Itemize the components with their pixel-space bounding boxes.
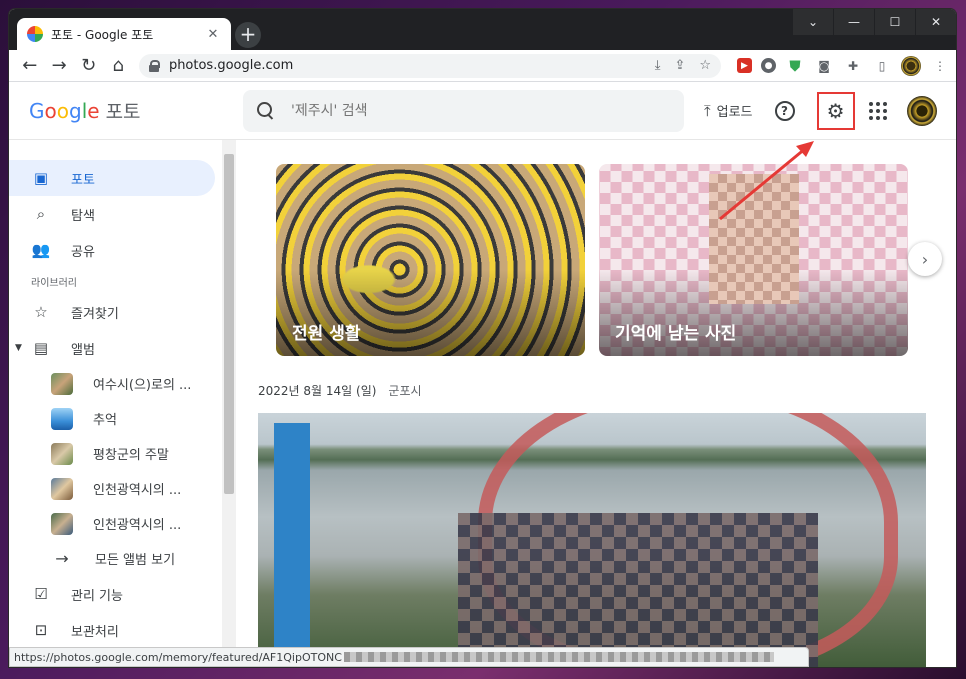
memory-title: 전원 생활 [292, 324, 361, 344]
extensions-area: ▶ ● ⛊ ◙ ✚ ▯ ⋮ [737, 55, 950, 76]
memory-title: 기억에 남는 사진 [615, 324, 737, 344]
album-item[interactable]: 추억 [9, 401, 222, 436]
video-extension-icon[interactable]: ▶ [737, 58, 753, 73]
photo-thumbnail[interactable] [258, 413, 926, 667]
album-icon: ▤ [33, 339, 49, 357]
arrow-right-icon: → [55, 549, 69, 568]
tab-close-icon[interactable]: ✕ [205, 27, 221, 42]
album-item[interactable]: 인천광역시의 ... [9, 506, 222, 541]
reload-icon[interactable]: ↻ [74, 52, 103, 80]
settings-highlight-box: ⚙ [816, 91, 855, 130]
photos-content: ▣ 포토 ⌕ 탐색 👥 공유 라이브러리 ☆ 즐겨찾기 ▼ ▤ 앨범 여수시(으… [9, 140, 956, 667]
browser-toolbar: ← → ↻ ⌂ photos.google.com ⤓ ⇪ ☆ ▶ ● ⛊ ◙ … [9, 50, 956, 82]
caret-down-icon[interactable]: ▼ [15, 343, 22, 353]
date-label: 2022년 8월 14일 (일) [258, 384, 377, 398]
window-controls: ⌄ — ☐ ✕ [792, 9, 956, 35]
address-bar[interactable]: photos.google.com ⤓ ⇪ ☆ [138, 53, 722, 78]
account-avatar[interactable] [906, 95, 937, 126]
sidebar-item-all-albums[interactable]: → 모든 앨범 보기 [9, 541, 222, 576]
sidebar-item-utilities[interactable]: ☑ 관리 기능 [9, 576, 222, 612]
archive-icon: ⊡ [34, 621, 48, 639]
forward-arrow-icon[interactable]: → [44, 52, 73, 80]
sidebar: ▣ 포토 ⌕ 탐색 👥 공유 라이브러리 ☆ 즐겨찾기 ▼ ▤ 앨범 여수시(으… [9, 140, 222, 667]
place-link[interactable]: 군포시 [388, 382, 421, 399]
minimize-icon[interactable]: — [834, 9, 874, 35]
carousel-next-button[interactable]: › [908, 242, 942, 276]
memory-card[interactable]: 기억에 남는 사진 [599, 164, 908, 356]
search-icon: ⌕ [36, 205, 46, 223]
album-item[interactable]: 여수시(으)로의 ... [9, 366, 222, 401]
checklist-icon: ☑ [34, 585, 48, 603]
google-photos-logo[interactable]: Google 포토 [29, 97, 243, 124]
album-thumbnail [51, 512, 73, 535]
tab-strip: 포토 - Google 포토 ✕ + ⌄ — ☐ ✕ [9, 9, 956, 50]
close-window-icon[interactable]: ✕ [916, 9, 956, 35]
sidebar-item-sharing[interactable]: 👥 공유 [9, 232, 222, 268]
star-icon: ☆ [34, 303, 48, 321]
new-tab-button[interactable]: + [235, 22, 261, 48]
camera-extension-icon[interactable]: ◙ [814, 56, 834, 76]
bookmark-star-icon[interactable]: ☆ [699, 58, 711, 73]
back-arrow-icon[interactable]: ← [15, 52, 44, 80]
lock-icon [148, 59, 160, 72]
blurred-url-part [343, 652, 774, 662]
upload-icon: ⤒ [704, 101, 711, 120]
apps-grid-icon[interactable] [868, 101, 887, 120]
album-thumbnail [51, 442, 73, 465]
install-app-icon[interactable]: ⤓ [655, 58, 661, 73]
side-panel-icon[interactable]: ▯ [872, 56, 892, 76]
sidebar-item-albums[interactable]: ▼ ▤ 앨범 [9, 330, 222, 366]
library-section-label: 라이브러리 [31, 277, 77, 289]
upload-button[interactable]: ⤒ 업로드 [704, 101, 753, 121]
sidebar-item-explore[interactable]: ⌕ 탐색 [9, 196, 222, 232]
upload-label: 업로드 [716, 105, 753, 120]
date-group-header: 2022년 8월 14일 (일) 군포시 [258, 382, 956, 399]
album-item[interactable]: 인천광역시의 ... [9, 471, 222, 506]
tab-search-icon[interactable]: ⌄ [793, 9, 833, 35]
home-icon[interactable]: ⌂ [103, 52, 132, 80]
link-status-bar: https://photos.google.com/memory/feature… [9, 647, 809, 667]
grey-extension-icon[interactable]: ● [761, 58, 777, 73]
google-photos-favicon-icon [27, 26, 43, 42]
share-icon[interactable]: ⇪ [674, 58, 685, 73]
logo-product-name: 포토 [105, 101, 141, 123]
tab-title: 포토 - Google 포토 [51, 27, 154, 42]
people-icon: 👥 [31, 241, 51, 259]
memory-card[interactable]: 전원 생활 [276, 164, 585, 356]
gear-icon[interactable]: ⚙ [827, 101, 845, 121]
chevron-right-icon: › [921, 249, 929, 269]
url-text: photos.google.com [168, 58, 294, 73]
album-item[interactable]: 평창군의 주말 [9, 436, 222, 471]
profile-avatar-small[interactable] [901, 55, 922, 76]
tab-google-photos[interactable]: 포토 - Google 포토 ✕ [17, 18, 231, 50]
memories-carousel: 전원 생활 기억에 남는 사진 [276, 164, 956, 356]
search-icon[interactable] [257, 101, 275, 120]
album-thumbnail [51, 372, 73, 395]
album-thumbnail [51, 477, 73, 500]
blue-post-shape [274, 423, 310, 667]
sidebar-item-photos[interactable]: ▣ 포토 [9, 160, 215, 196]
maximize-icon[interactable]: ☐ [875, 9, 915, 35]
album-thumbnail [51, 407, 73, 430]
browser-window: 포토 - Google 포토 ✕ + ⌄ — ☐ ✕ ← → ↻ ⌂ photo… [9, 9, 956, 667]
pixelated-face [709, 174, 799, 304]
photo-grid: 전원 생활 기억에 남는 사진 › 2022년 8월 14일 (일) 군포시 [236, 140, 956, 667]
photos-header: Google 포토 ⤒ 업로드 ? ⚙ [9, 82, 956, 140]
sidebar-item-favorites[interactable]: ☆ 즐겨찾기 [9, 294, 222, 330]
sidebar-scrollbar[interactable] [222, 140, 236, 667]
pixelated-people [458, 513, 818, 667]
browser-menu-icon[interactable]: ⋮ [930, 56, 950, 76]
status-url: https://photos.google.com/memory/feature… [14, 650, 342, 664]
puzzle-extension-icon[interactable]: ✚ [843, 56, 863, 76]
search-input[interactable] [291, 102, 651, 119]
scrollbar-thumb[interactable] [224, 154, 234, 494]
shield-extension-icon[interactable]: ⛊ [785, 56, 805, 76]
photo-icon: ▣ [33, 169, 49, 187]
sidebar-item-archive[interactable]: ⊡ 보관처리 [9, 612, 222, 648]
photos-search-bar[interactable] [243, 89, 684, 132]
help-icon[interactable]: ? [774, 100, 795, 121]
